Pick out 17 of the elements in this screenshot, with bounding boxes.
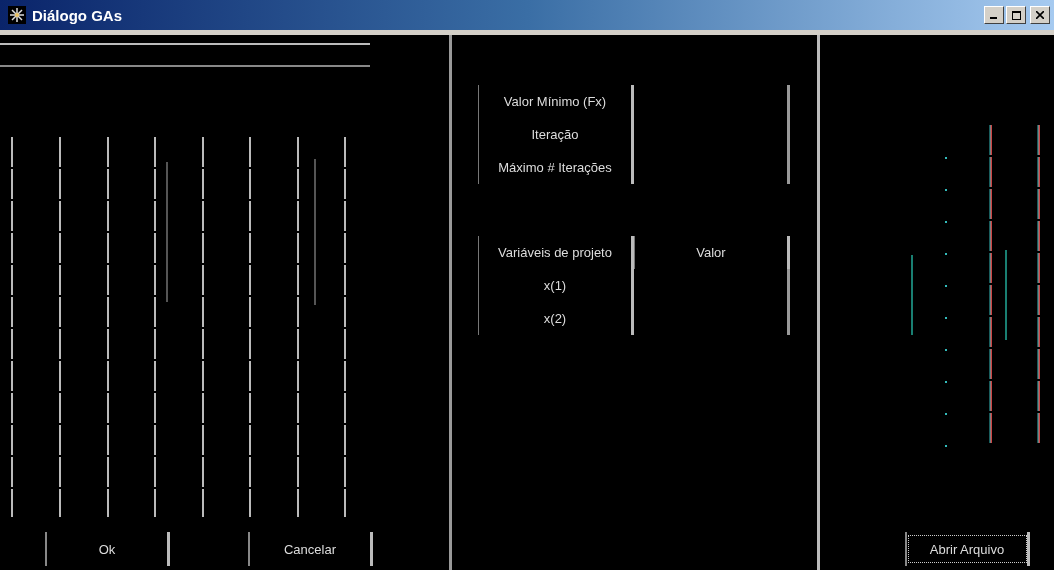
maximize-button[interactable] bbox=[1006, 6, 1026, 24]
maximize-icon bbox=[1011, 10, 1021, 20]
table-cell: x(2) bbox=[478, 302, 634, 335]
table-cell: x(1) bbox=[478, 269, 634, 302]
open-file-button[interactable]: Abrir Arquivo bbox=[905, 532, 1030, 566]
minimize-button[interactable] bbox=[984, 6, 1004, 24]
window-title: Diálogo GAs bbox=[32, 6, 122, 24]
table-cell: Iteração bbox=[478, 118, 634, 151]
dialog-button[interactable]: Cancelar bbox=[248, 532, 373, 566]
column-header: Variáveis de projeto bbox=[478, 236, 634, 269]
dialog-button[interactable]: Ok bbox=[45, 532, 170, 566]
column-header: Valor bbox=[634, 236, 790, 269]
close-icon bbox=[1036, 11, 1044, 19]
table-cell: Máximo # Iterações bbox=[478, 151, 634, 184]
app-icon bbox=[8, 6, 26, 24]
table-cell: Valor Mínimo (Fx) bbox=[478, 85, 634, 118]
close-button[interactable] bbox=[1030, 6, 1050, 24]
